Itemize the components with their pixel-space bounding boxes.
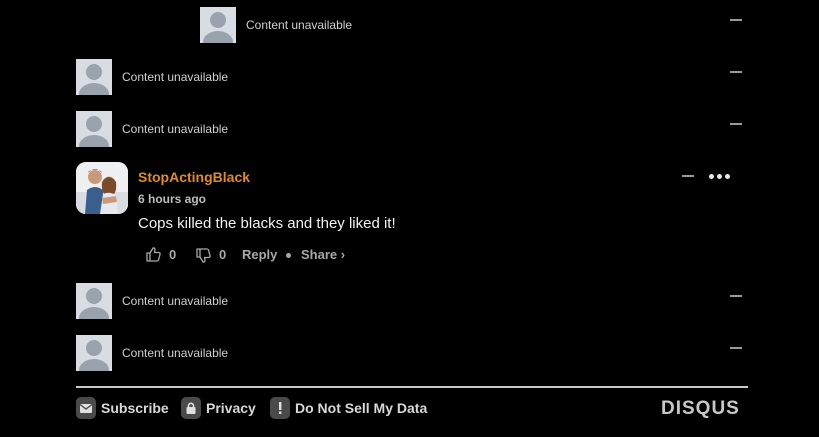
disqus-logo[interactable]: DISQUS bbox=[661, 398, 740, 420]
thumbs-down-icon bbox=[196, 248, 211, 263]
thumbs-up-icon bbox=[146, 247, 161, 262]
comment-text: Cops killed the blacks and they liked it… bbox=[138, 215, 396, 232]
unavailable-comment-row: Content unavailable bbox=[76, 283, 750, 319]
alert-icon bbox=[270, 397, 290, 419]
lock-icon bbox=[181, 397, 201, 419]
unavailable-text: Content unavailable bbox=[246, 18, 353, 32]
unavailable-text: Content unavailable bbox=[122, 346, 229, 360]
default-avatar-icon bbox=[76, 283, 112, 319]
upvote-count: 0 bbox=[169, 247, 177, 262]
default-avatar-icon bbox=[76, 59, 112, 95]
unavailable-text: Content unavailable bbox=[122, 70, 229, 84]
mail-icon bbox=[76, 397, 96, 419]
collapse-icon[interactable] bbox=[730, 19, 742, 21]
downvote-button[interactable]: 0 bbox=[195, 246, 229, 264]
unavailable-comment-row: Content unavailable bbox=[200, 7, 750, 43]
subscribe-link[interactable]: Subscribe bbox=[76, 397, 176, 419]
share-button[interactable]: Share › bbox=[301, 246, 345, 264]
collapse-icon[interactable] bbox=[682, 175, 694, 177]
privacy-label: Privacy bbox=[206, 400, 256, 416]
default-avatar-icon bbox=[200, 7, 236, 43]
do-not-sell-link[interactable]: Do Not Sell My Data bbox=[270, 397, 430, 419]
collapse-icon[interactable] bbox=[730, 71, 742, 73]
collapse-icon[interactable] bbox=[730, 123, 742, 125]
do-not-sell-label: Do Not Sell My Data bbox=[295, 400, 428, 416]
downvote-count: 0 bbox=[219, 247, 227, 262]
comment-author-link[interactable]: StopActingBlack bbox=[138, 169, 250, 185]
unavailable-comment-row: Content unavailable bbox=[76, 111, 750, 147]
collapse-icon[interactable] bbox=[730, 347, 742, 349]
privacy-link[interactable]: Privacy bbox=[181, 397, 261, 419]
unavailable-comment-row: Content unavailable bbox=[76, 335, 750, 371]
collapse-icon[interactable] bbox=[730, 295, 742, 297]
footer-divider bbox=[76, 386, 748, 388]
unavailable-text: Content unavailable bbox=[122, 294, 229, 308]
upvote-button[interactable]: 0 bbox=[145, 246, 179, 264]
subscribe-label: Subscribe bbox=[101, 400, 169, 416]
default-avatar-icon bbox=[76, 335, 112, 371]
comment-timestamp[interactable]: 6 hours ago bbox=[138, 192, 206, 206]
unavailable-text: Content unavailable bbox=[122, 122, 229, 136]
separator-dot bbox=[286, 253, 291, 258]
user-avatar[interactable] bbox=[76, 162, 128, 214]
more-options-icon[interactable] bbox=[709, 174, 731, 180]
reply-button[interactable]: Reply bbox=[242, 246, 277, 264]
default-avatar-icon bbox=[76, 111, 112, 147]
unavailable-comment-row: Content unavailable bbox=[76, 59, 750, 95]
